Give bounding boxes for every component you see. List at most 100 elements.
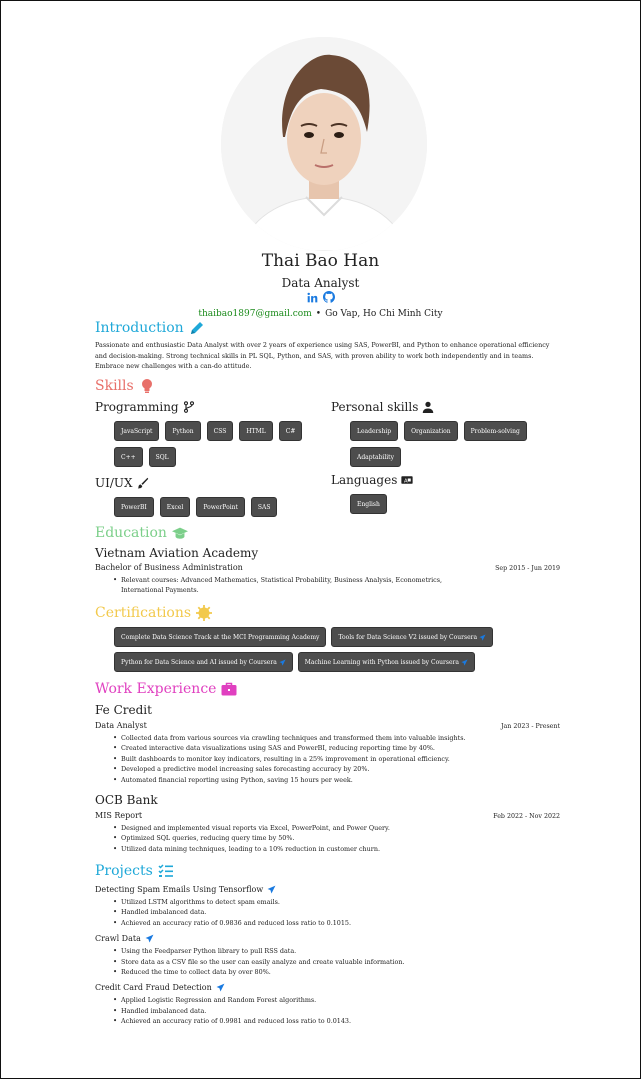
skill-tag: C# [278, 421, 303, 441]
uiux-skills: UI/UX PowerBI Excel PowerPoint SAS [95, 476, 325, 517]
job-date: Jan 2023 - Present [500, 723, 560, 730]
github-icon[interactable] [322, 291, 335, 303]
list-item: Automated financial reporting using Pyth… [113, 775, 560, 786]
skill-tag: C++ [114, 447, 143, 467]
certificate-icon [196, 605, 213, 621]
personal-skills: Personal skills Leadership Organization … [331, 400, 561, 467]
skill-tag: CSS [206, 421, 234, 441]
list-check-icon [158, 864, 173, 877]
introduction-heading: Introduction [95, 320, 560, 336]
send-icon [145, 934, 154, 943]
list-item: Collected data from various sources via … [113, 733, 560, 744]
education-bullets: Relevant courses: Advanced Mathematics, … [95, 575, 560, 596]
job-date: Feb 2022 - Nov 2022 [493, 813, 560, 821]
list-item: Achieved an accuracy ratio of 0.9981 and… [113, 1016, 560, 1027]
location-text: Go Vap, Ho Chi Minh City [325, 309, 443, 319]
education-date: Sep 2015 - Jun 2019 [495, 565, 560, 572]
list-item: Store data as a CSV file so the user can… [113, 957, 560, 968]
project-bullets: Applied Logistic Regression and Random F… [95, 995, 560, 1027]
social-links [0, 291, 641, 303]
job-row: Data Analyst Jan 2023 - Present [95, 721, 560, 730]
personal-skills-heading: Personal skills [331, 400, 561, 414]
email-link[interactable]: thaibao1897@gmail.com [198, 309, 311, 319]
skill-tag: PowerPoint [196, 497, 245, 517]
paintbrush-icon [137, 477, 148, 489]
pencil-icon [190, 322, 203, 334]
certifications-title: Certifications [95, 605, 192, 621]
skills-section: Skills [95, 378, 560, 394]
send-icon [216, 984, 225, 992]
send-icon [279, 659, 286, 666]
project-name: Credit Card Fraud Detection [95, 983, 212, 993]
introduction-text: Passionate and enthusiastic Data Analyst… [95, 341, 550, 371]
certification-label: Machine Learning with Python issued by C… [304, 659, 459, 666]
skill-tag: Excel [159, 497, 191, 517]
list-item: Handled imbalanced data. [113, 907, 560, 918]
code-branch-icon [183, 401, 194, 413]
project-name: Crawl Data [95, 934, 141, 944]
certification-label: Complete Data Science Track at the MCI P… [121, 634, 320, 641]
project-bullets: Utilized LSTM algorithms to detect spam … [95, 897, 560, 929]
linkedin-icon[interactable] [307, 291, 319, 303]
degree-text: Bachelor of Business Administration [95, 563, 243, 572]
send-icon [461, 659, 468, 666]
list-item: Utilized LSTM algorithms to detect spam … [113, 897, 560, 908]
list-item: Created interactive data visualizations … [113, 743, 560, 754]
school-name: Vietnam Aviation Academy [95, 546, 259, 560]
skill-tag: Organization [404, 421, 458, 441]
list-item: Utilized data mining techniques, leading… [113, 844, 560, 855]
languages-title: Languages [331, 473, 398, 487]
languages-heading: Languages A [331, 473, 561, 487]
list-item: Developed a predictive model increasing … [113, 764, 560, 775]
contact-line: thaibao1897@gmail.com • Go Vap, Ho Chi Min… [0, 309, 641, 319]
project-title[interactable]: Credit Card Fraud Detection [95, 983, 560, 992]
position-text: MIS Report [95, 811, 143, 821]
company-name: Fe Credit [95, 703, 152, 717]
language-skills: Languages A English [331, 473, 561, 514]
job-row: MIS Report Feb 2022 - Nov 2022 [95, 811, 560, 820]
graduation-cap-icon [171, 527, 188, 539]
project-title[interactable]: Detecting Spam Emails Using Tensorflow [95, 885, 560, 894]
send-icon [479, 634, 486, 641]
skill-tag: Adaptability [350, 447, 401, 467]
work-section: Work Experience Fe Credit Data Analyst J… [95, 681, 560, 855]
skill-tag: SQL [148, 447, 176, 467]
skill-tag: JavaScript [114, 421, 160, 441]
svg-text:A: A [404, 478, 408, 484]
certification-tag[interactable]: Tools for Data Science V2 issued by Cour… [331, 627, 493, 647]
education-section: Education Vietnam Aviation Academy Bache… [95, 525, 560, 596]
education-title: Education [95, 525, 167, 541]
certification-tag[interactable]: Python for Data Science and AI issued by… [114, 652, 293, 672]
company-name: OCB Bank [95, 793, 158, 808]
candidate-name: Thai Bao Han [261, 251, 380, 271]
certifications-heading: Certifications [95, 605, 560, 621]
programming-heading: Programming [95, 400, 325, 414]
list-item: Reduced the time to collect data by over… [113, 967, 560, 978]
uiux-tags: PowerBI Excel PowerPoint SAS [95, 497, 325, 517]
projects-title: Projects [95, 863, 153, 879]
list-item: Designed and implemented visual reports … [113, 823, 560, 834]
work-title: Work Experience [95, 681, 217, 697]
user-icon [423, 401, 434, 413]
uiux-title: UI/UX [95, 476, 133, 490]
list-item: Applied Logistic Regression and Random F… [113, 995, 560, 1006]
introduction-section: Introduction Passionate and enthusiastic… [95, 320, 560, 372]
education-row: Bachelor of Business Administration Sep … [95, 563, 560, 572]
personal-skill-tags: Leadership Organization Problem-solving … [331, 421, 561, 467]
list-item: Using the Feedparser Python library to p… [113, 946, 560, 957]
certification-tag[interactable]: Complete Data Science Track at the MCI P… [114, 627, 327, 647]
send-icon [267, 885, 276, 894]
projects-section: Projects Detecting Spam Emails Using Ten… [95, 863, 560, 1027]
project-title[interactable]: Crawl Data [95, 934, 560, 943]
contact-separator: • [315, 309, 322, 319]
education-heading: Education [95, 525, 560, 541]
list-item: Achieved an accuracy ratio of 0.9836 and… [113, 918, 560, 929]
programming-title: Programming [95, 400, 179, 414]
list-item: Handled imbalanced data. [113, 1006, 560, 1017]
list-item: Built dashboards to monitor key indicato… [113, 754, 560, 765]
language-tags: English [331, 494, 561, 514]
certification-tags: Complete Data Science Track at the MCI P… [95, 627, 560, 672]
list-item: Relevant courses: Advanced Mathematics, … [113, 575, 473, 596]
language-icon: A [401, 476, 413, 484]
certification-tag[interactable]: Machine Learning with Python issued by C… [297, 652, 475, 672]
